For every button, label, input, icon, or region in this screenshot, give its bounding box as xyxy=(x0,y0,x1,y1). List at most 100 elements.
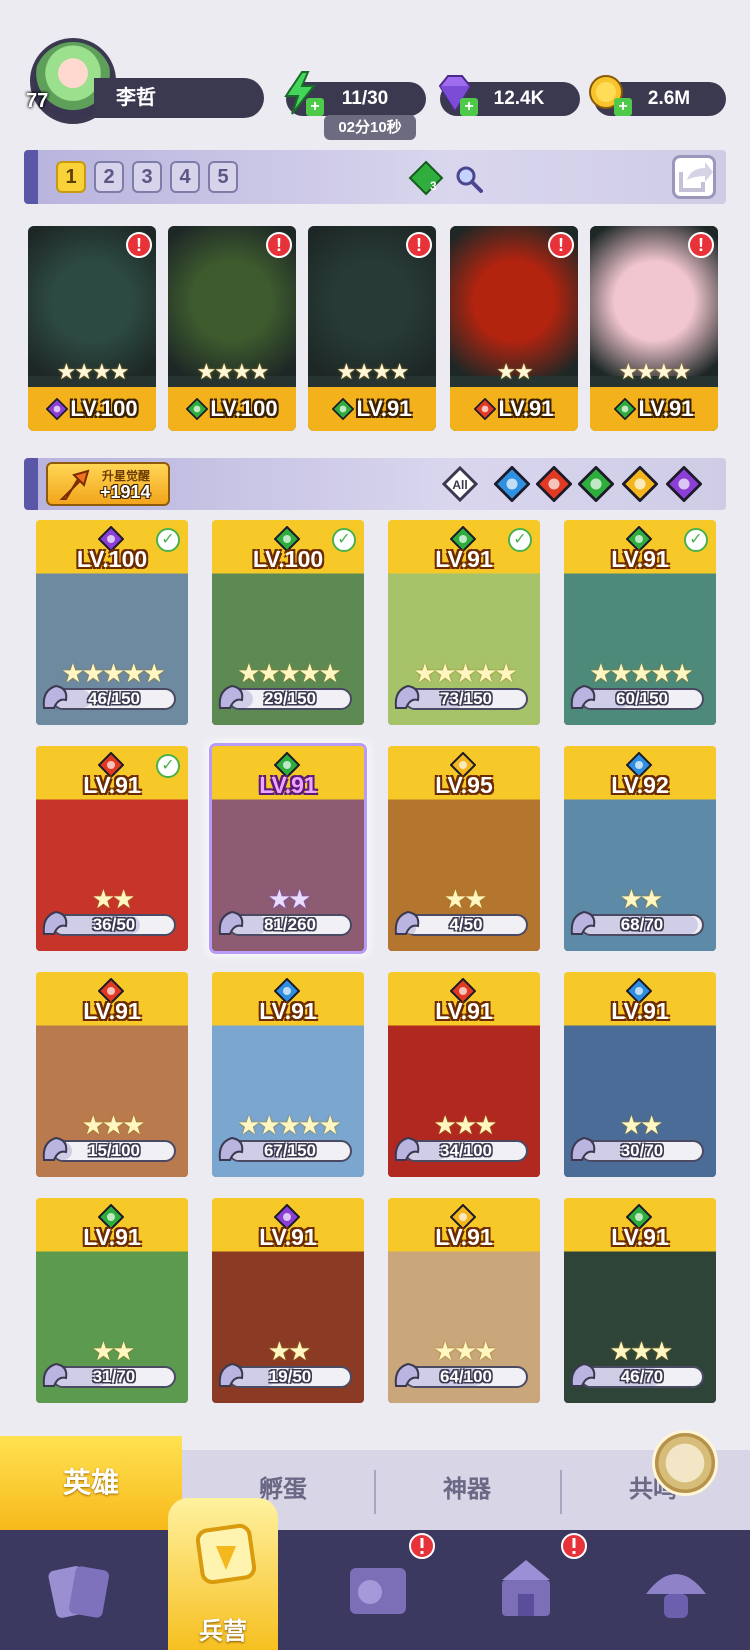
team-selector-bar: 1 2 3 4 5 3 xyxy=(24,150,726,204)
floating-compass-button[interactable] xyxy=(652,1430,718,1496)
hero-card[interactable]: LV.91 ★★ 31/70 xyxy=(36,1198,188,1403)
hero-level: LV.92 xyxy=(611,772,669,798)
hero-card[interactable]: LV.92 ★★ 68/70 xyxy=(564,746,716,951)
hero-stars: ★★ xyxy=(496,359,533,384)
hero-card[interactable]: LV.91 ★★★★★ 67/150 xyxy=(212,972,364,1177)
team-hero-card[interactable]: ★★★★ LV.100 ! xyxy=(28,226,156,431)
hero-card[interactable]: LV.95 ★★ 4/50 xyxy=(388,746,540,951)
hero-level-bar: LV.91 xyxy=(308,387,436,431)
tab-artifacts[interactable]: 神器 xyxy=(376,1450,558,1530)
filter-all[interactable]: All xyxy=(441,465,479,503)
shard-count: 4/50 xyxy=(449,915,483,934)
gem-value: 12.4K xyxy=(493,88,545,109)
hero-card[interactable]: LV.91 ★★ 81/260 xyxy=(212,746,364,951)
upgrade-arrow-icon xyxy=(59,469,90,500)
nav-barracks[interactable]: 兵营 xyxy=(168,1498,278,1650)
hero-level: LV.91 xyxy=(435,1224,493,1250)
hero-card[interactable]: LV.91 ✓ ★★★★★ 60/150 xyxy=(564,520,716,725)
fire-element-icon xyxy=(474,397,497,421)
search-icon[interactable] xyxy=(454,164,484,194)
gold-counter[interactable]: + 2.6M xyxy=(589,75,726,116)
hero-level: LV.91 xyxy=(83,1224,141,1250)
water-filter-icon xyxy=(493,465,531,503)
team-hero-card[interactable]: ★★★★ LV.91 ! xyxy=(590,226,718,431)
hero-card[interactable]: LV.91 ★★ 30/70 xyxy=(564,972,716,1177)
filter-water[interactable] xyxy=(493,465,531,503)
shard-icon xyxy=(42,1362,68,1387)
hero-card[interactable]: LV.91 ★★ 19/50 xyxy=(212,1198,364,1403)
filter-wind[interactable] xyxy=(577,465,615,503)
team-tab-5[interactable]: 5 xyxy=(208,161,238,193)
team-hero-card[interactable]: ★★★★ LV.100 ! xyxy=(168,226,296,431)
shard-count: 64/100 xyxy=(440,1367,492,1386)
shard-icon xyxy=(394,684,420,709)
energy-counter[interactable]: + 11/30 xyxy=(284,71,426,116)
nav-book[interactable] xyxy=(320,1533,435,1650)
shard-count: 29/150 xyxy=(264,689,316,708)
hero-level: LV.91 xyxy=(435,998,493,1024)
hero-level: LV.95 xyxy=(435,772,493,798)
alert-badge: ! xyxy=(688,232,714,258)
hero-level-bar: LV.91 xyxy=(450,387,578,431)
dark-element-icon xyxy=(46,397,69,421)
light-filter-icon xyxy=(621,465,659,503)
add-energy-icon[interactable]: + xyxy=(306,98,324,116)
team-hero-card[interactable]: ★★ LV.91 ! xyxy=(450,226,578,431)
player-name: 李哲 xyxy=(94,78,264,118)
shard-icon xyxy=(42,1136,68,1161)
gem-counter[interactable]: + 12.4K xyxy=(438,75,580,116)
shard-icon xyxy=(570,684,596,709)
hero-level: LV.91 xyxy=(638,396,694,421)
team-tab-3[interactable]: 3 xyxy=(132,161,162,193)
nav-shop[interactable] xyxy=(618,1540,728,1650)
tab-heroes[interactable]: 英雄 xyxy=(0,1436,182,1530)
hero-card[interactable]: LV.91 ✓ ★★ 36/50 xyxy=(36,746,188,951)
team-tab-2[interactable]: 2 xyxy=(94,161,124,193)
hero-level: LV.100 xyxy=(210,396,278,421)
hero-card[interactable]: LV.100 ✓ ★★★★★ 29/150 xyxy=(212,520,364,725)
team-tab-1[interactable]: 1 xyxy=(56,161,86,193)
check-icon: ✓ xyxy=(508,528,532,552)
hero-level-bar: LV.100 xyxy=(168,387,296,431)
hero-card[interactable]: LV.91 ★★★ 64/100 xyxy=(388,1198,540,1403)
filter-light[interactable] xyxy=(621,465,659,503)
shard-progress-bar: 67/150 xyxy=(228,1140,352,1162)
team-gem-count: 3 xyxy=(430,179,437,193)
share-button[interactable] xyxy=(672,155,716,199)
check-icon: ✓ xyxy=(156,754,180,778)
hero-level: LV.91 xyxy=(498,396,554,421)
hero-level-bar: LV.91 xyxy=(590,387,718,431)
add-gold-icon[interactable]: + xyxy=(614,98,632,116)
team-hero-card[interactable]: ★★★★ LV.91 ! xyxy=(308,226,436,431)
hero-card[interactable]: LV.91 ★★★ 46/70 xyxy=(564,1198,716,1403)
hero-level: LV.91 xyxy=(259,1224,317,1250)
shard-icon xyxy=(42,910,68,935)
nav-castle[interactable] xyxy=(468,1533,587,1650)
cards-icon xyxy=(48,1566,109,1618)
hero-stars: ★★★★ xyxy=(336,359,410,384)
all-filter-icon: All xyxy=(441,465,479,503)
shard-count: 46/150 xyxy=(88,689,140,708)
shard-icon xyxy=(218,910,244,935)
shard-count: 31/70 xyxy=(92,1367,136,1386)
top-status-bar: 77 李哲 + 11/30 02分10秒 + 12.4K + 2.6M xyxy=(0,0,750,145)
shard-count: 60/150 xyxy=(616,689,668,708)
hero-card[interactable]: LV.91 ★★★ 15/100 xyxy=(36,972,188,1177)
castle-icon xyxy=(502,1560,550,1616)
add-gems-icon[interactable]: + xyxy=(460,98,478,116)
all-filter-label: All xyxy=(452,478,467,492)
shard-progress-bar: 60/150 xyxy=(580,688,704,710)
shard-progress-bar: 73/150 xyxy=(404,688,528,710)
shard-count: 67/150 xyxy=(264,1141,316,1160)
shard-count: 68/70 xyxy=(620,915,664,934)
hero-card[interactable]: LV.91 ★★★ 34/100 xyxy=(388,972,540,1177)
filter-fire[interactable] xyxy=(535,465,573,503)
nav-cards[interactable] xyxy=(22,1540,132,1650)
hero-card[interactable]: LV.100 ✓ ★★★★★ 46/150 xyxy=(36,520,188,725)
team-gem-icon[interactable]: 3 xyxy=(408,160,444,196)
awaken-button[interactable]: 升星觉醒 +1914 xyxy=(46,462,170,506)
book-icon xyxy=(350,1568,406,1614)
filter-dark[interactable] xyxy=(665,465,703,503)
team-tab-4[interactable]: 4 xyxy=(170,161,200,193)
hero-card[interactable]: LV.91 ✓ ★★★★★ 73/150 xyxy=(388,520,540,725)
